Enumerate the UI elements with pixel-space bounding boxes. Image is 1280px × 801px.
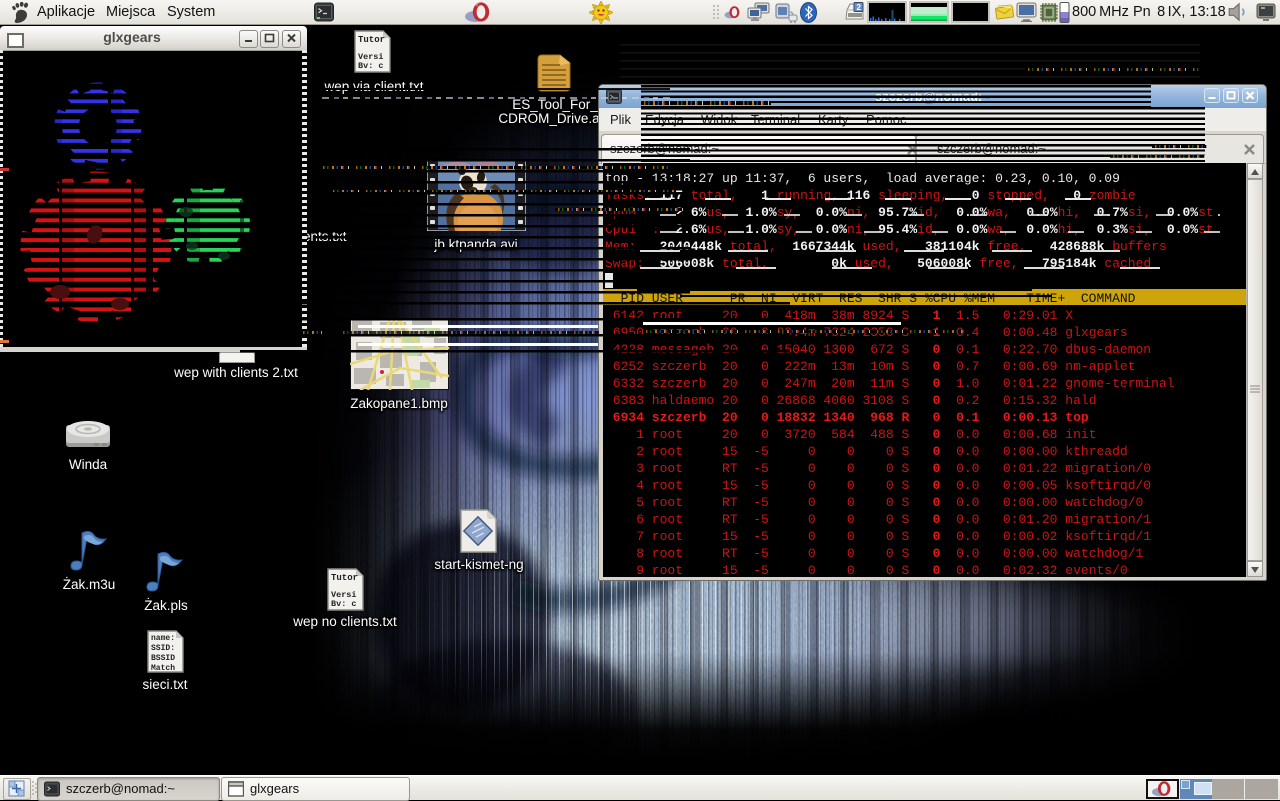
svg-text:Tutor: Tutor <box>358 35 385 45</box>
svg-text:Tutor: Tutor <box>331 573 358 583</box>
svg-text:BSSID: BSSID <box>151 654 175 663</box>
svg-text:Bv: c: Bv: c <box>331 599 357 609</box>
svg-text:Match: Match <box>151 664 175 673</box>
svg-text:Bv: c: Bv: c <box>358 61 384 71</box>
svg-text:2: 2 <box>857 3 862 12</box>
svg-text:SSID:: SSID: <box>151 644 175 653</box>
svg-text:name:: name: <box>151 634 175 643</box>
